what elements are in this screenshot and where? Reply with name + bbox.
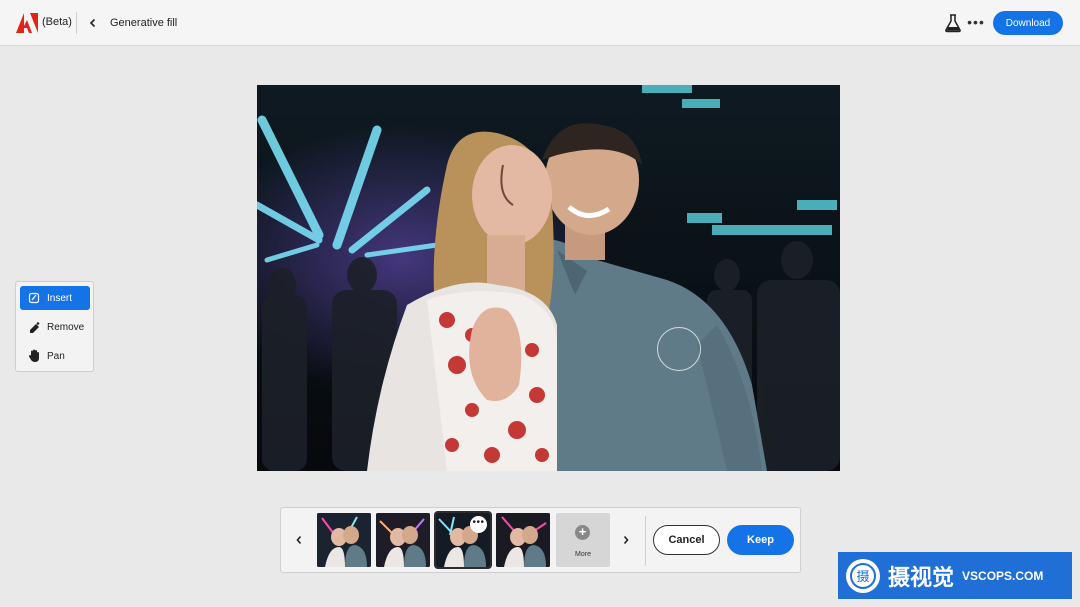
thumbnail-image xyxy=(376,513,430,567)
insert-brush-icon xyxy=(27,291,41,305)
variation-thumbnail-1[interactable] xyxy=(317,513,371,567)
plus-circle-icon: + xyxy=(575,525,590,540)
watermark-cn-text: 摄视觉 xyxy=(888,564,955,590)
hand-icon xyxy=(27,349,41,363)
tool-panel: Insert Remove Pan xyxy=(15,281,94,372)
pan-tool[interactable]: Pan xyxy=(20,344,90,368)
watermark-logo-icon: 摄 xyxy=(846,558,880,593)
adobe-logo-icon[interactable] xyxy=(16,13,38,33)
thumbnail-image xyxy=(317,513,371,567)
more-options-button[interactable]: ••• xyxy=(966,13,986,33)
remove-tool[interactable]: Remove xyxy=(20,315,90,339)
more-variations-button[interactable]: + More xyxy=(556,513,610,567)
keep-button[interactable]: Keep xyxy=(727,525,794,555)
previous-variation-button[interactable] xyxy=(292,532,306,548)
variations-bar: ••• + More Cancel Keep xyxy=(280,507,801,573)
variations-divider xyxy=(645,516,646,566)
pan-tool-label: Pan xyxy=(47,350,65,362)
chevron-left-icon xyxy=(89,18,96,28)
variation-thumbnail-2[interactable] xyxy=(376,513,430,567)
top-bar: (Beta) Generative fill ••• Download xyxy=(0,0,1080,46)
variation-thumbnail-4[interactable] xyxy=(496,513,550,567)
thumbnail-image xyxy=(496,513,550,567)
cancel-button[interactable]: Cancel xyxy=(653,525,720,555)
thumbnail-options-button[interactable]: ••• xyxy=(470,516,487,533)
watermark-logo-char: 摄 xyxy=(856,570,869,585)
eraser-icon xyxy=(27,320,41,334)
download-button[interactable]: Download xyxy=(993,11,1063,35)
insert-tool[interactable]: Insert xyxy=(20,286,90,310)
image-canvas[interactable] xyxy=(257,85,840,471)
variation-thumbnail-3[interactable]: ••• xyxy=(434,511,492,569)
back-button[interactable] xyxy=(84,14,102,32)
watermark: 摄 摄视觉 VSCOPS.COM xyxy=(838,552,1072,599)
remove-tool-label: Remove xyxy=(47,321,85,333)
chevron-right-icon xyxy=(623,535,629,545)
insert-tool-label: Insert xyxy=(47,292,73,304)
more-label: More xyxy=(575,551,591,558)
watermark-en-text: VSCOPS.COM xyxy=(962,568,1044,583)
page-title: Generative fill xyxy=(110,17,178,29)
beta-label: (Beta) xyxy=(42,16,72,28)
flask-icon[interactable] xyxy=(944,13,962,33)
chevron-left-icon xyxy=(296,535,302,545)
next-variation-button[interactable] xyxy=(619,532,633,548)
brush-cursor xyxy=(657,327,701,371)
photo xyxy=(257,85,840,471)
header-divider xyxy=(76,12,77,34)
